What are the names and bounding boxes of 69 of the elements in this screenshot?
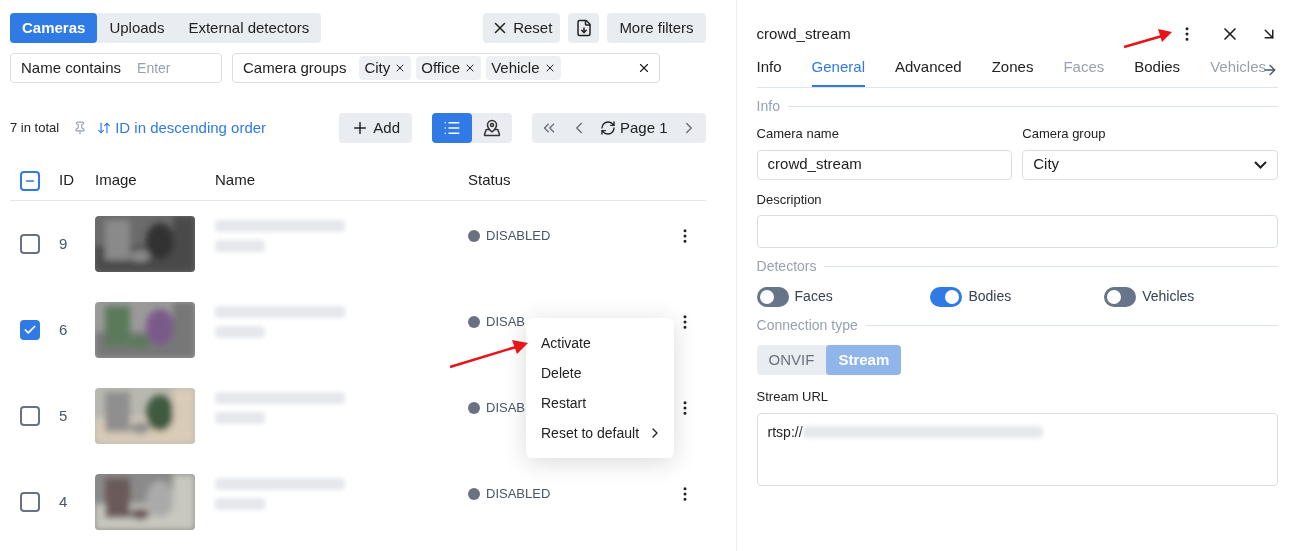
group-chip[interactable]: Vehicle (486, 56, 561, 80)
column-header: Image (95, 170, 138, 191)
stream-url-field[interactable]: rtsp:// (756, 412, 1278, 486)
field-label: Camera group (1022, 125, 1107, 143)
download-icon[interactable] (568, 13, 600, 43)
menu-item[interactable]: Activate (526, 328, 674, 358)
sort-icon (97, 121, 112, 135)
row-checkbox[interactable] (20, 320, 40, 340)
panel-tab[interactable]: Bodies (1134, 55, 1181, 87)
menu-item[interactable]: Reset to default (526, 418, 674, 448)
redacted-group (215, 412, 265, 424)
menu-item[interactable]: Restart (526, 388, 674, 418)
connection-option[interactable]: ONVIF (756, 345, 827, 375)
status-label: DISABLED (468, 226, 551, 246)
camera-group-select[interactable]: City (1022, 149, 1278, 180)
total-count: 7 in total (10, 119, 60, 138)
detector-label: Vehicles (1142, 287, 1195, 306)
status-label: DISAB (468, 398, 525, 418)
row-checkbox[interactable] (20, 492, 40, 512)
clear-icon[interactable] (637, 61, 651, 75)
chevron-down-icon (1254, 160, 1267, 169)
annotation-arrow (1122, 27, 1174, 49)
view-tab[interactable]: Uploads (97, 13, 177, 43)
camera-name-field[interactable]: crowd_stream (756, 149, 1013, 180)
row-checkbox[interactable] (20, 406, 40, 426)
id-cell-text: 6 (59, 319, 69, 340)
column-header: Name (215, 170, 256, 191)
more-filters-button[interactable]: More filters (607, 13, 706, 43)
status-label: DISABLED (468, 484, 551, 504)
panel-tab[interactable]: Advanced (894, 55, 962, 87)
name-filter-field[interactable]: Name contains Enter (10, 53, 222, 83)
row-checkbox[interactable] (20, 234, 40, 254)
sort-link[interactable]: ID in descending order (97, 116, 267, 140)
field-label: Description (756, 190, 823, 209)
panel-title: crowd_stream (756, 23, 851, 44)
id-cell-text: 4 (59, 491, 69, 512)
panel-tab[interactable]: General (811, 55, 865, 87)
camera-groups-field[interactable]: Camera groups City Office Vehicle (232, 53, 660, 83)
redacted-group (215, 498, 265, 510)
description-field[interactable] (756, 215, 1278, 248)
column-header: ID (59, 170, 75, 191)
check-icon (23, 323, 37, 337)
panel-tab[interactable]: Info (756, 55, 782, 87)
select-all-checkbox[interactable] (20, 170, 40, 191)
panel-tab[interactable]: Zones (991, 55, 1034, 87)
section-heading: Info (756, 97, 780, 116)
id-cell-text: 9 (59, 233, 69, 254)
field-label: Stream URL (756, 388, 830, 406)
section-heading: Connection type (756, 316, 858, 335)
detector-label: Faces (794, 287, 833, 306)
refresh-icon (600, 120, 616, 136)
id-cell-text: 5 (59, 405, 69, 426)
group-chip[interactable]: Office (416, 56, 482, 80)
add-button[interactable]: Add (339, 113, 412, 143)
field-label: Camera name (756, 125, 840, 143)
group-chip[interactable]: City (359, 56, 412, 80)
column-header: Status (468, 170, 511, 191)
redacted-group (215, 240, 265, 252)
section-heading: Detectors (756, 257, 817, 276)
status-label: DISAB (468, 312, 525, 332)
view-tab[interactable]: Cameras (10, 13, 98, 43)
toggle-switch[interactable] (756, 286, 789, 307)
view-tab[interactable]: External detectors (176, 13, 322, 43)
reset-button[interactable]: Reset (483, 13, 561, 43)
redacted-group (215, 326, 265, 338)
toggle-switch[interactable] (930, 286, 963, 307)
detector-label: Bodies (968, 287, 1012, 306)
menu-item[interactable]: Delete (526, 358, 674, 388)
toggle-switch[interactable] (1104, 286, 1137, 307)
